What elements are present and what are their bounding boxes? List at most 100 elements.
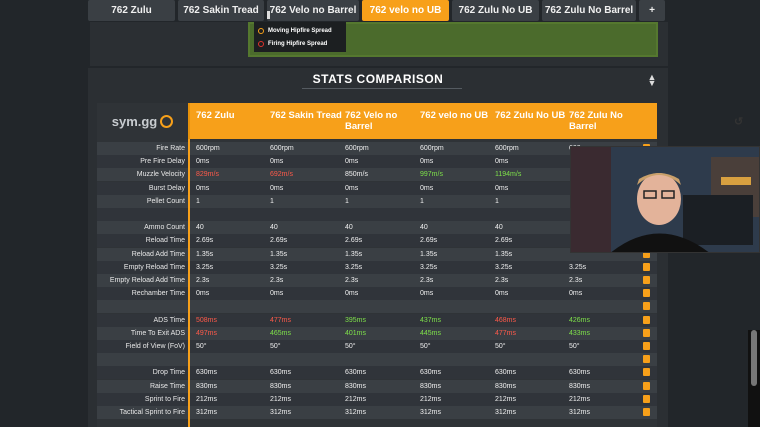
table-row <box>97 300 657 314</box>
table-header: sym.gg 762 Zulu 762 Sakin Tread 762 Velo… <box>97 103 743 139</box>
add-loadout-button[interactable]: + <box>639 0 665 21</box>
row-label: Raise Time <box>149 382 185 390</box>
trash-icon[interactable] <box>643 381 650 390</box>
tab-762-zulu-no-barrel[interactable]: 762 Zulu No Barrel <box>542 0 636 21</box>
row-label: Burst Delay <box>148 184 185 192</box>
tab-762-sakin-tread[interactable]: 762 Sakin Tread <box>178 0 264 21</box>
table-cell: 1 <box>495 197 499 205</box>
table-row <box>97 353 657 367</box>
table-cell: 312ms <box>495 409 517 416</box>
tab-762-velo-no-barrel[interactable]: 762 Velo no Barrel <box>267 0 359 21</box>
trash-icon[interactable] <box>643 368 650 377</box>
tab-762-zulu[interactable]: 762 Zulu <box>88 0 175 21</box>
column-header-bar: 762 Zulu 762 Sakin Tread 762 Velo no Bar… <box>188 103 743 139</box>
sym-gg-logo: sym.gg <box>97 103 188 139</box>
scrollbar[interactable] <box>748 330 760 427</box>
table-cell: 0ms <box>196 184 210 192</box>
table-cell: 50° <box>495 343 506 350</box>
table-cell: 50° <box>345 343 356 350</box>
table-cell: 0ms <box>495 290 509 298</box>
table-cell: 2.3s <box>569 277 583 284</box>
table-cell: 212ms <box>495 395 517 403</box>
table-cell: 497ms <box>196 329 218 337</box>
table-cell: 212ms <box>196 395 218 403</box>
table-row: Raise Time 830ms 830ms 830ms 830ms 830ms 830ms <box>97 379 657 393</box>
row-label: Field of View (FoV) <box>125 343 185 350</box>
row-label: Ammo Count <box>144 224 185 232</box>
table-cell: 212ms <box>569 395 591 403</box>
trash-icon[interactable] <box>643 262 650 271</box>
table-cell: 3.25s <box>345 263 363 271</box>
row-label: Drop Time <box>152 369 185 377</box>
table-cell: 212ms <box>420 395 442 403</box>
table-cell: 40 <box>495 224 503 232</box>
legend-item-firing: Firing Hipfire Spread <box>258 37 342 50</box>
spread-legend: Moving Hipfire Spread Firing Hipfire Spr… <box>254 22 346 52</box>
trash-icon[interactable] <box>643 408 650 416</box>
table-cell: 468ms <box>495 316 517 324</box>
trash-icon[interactable] <box>643 289 650 298</box>
table-cell: 630ms <box>420 369 442 377</box>
table-cell: 2.3s <box>196 277 210 284</box>
tab-762-velo-no-ub[interactable]: 762 velo no UB <box>362 0 449 21</box>
table-cell: 3.25s <box>196 263 214 271</box>
row-label: Muzzle Velocity <box>136 171 185 179</box>
trash-icon[interactable] <box>643 394 650 403</box>
logo-mark-icon <box>160 114 174 128</box>
table-cell: 212ms <box>345 395 367 403</box>
table-cell: 2.69s <box>196 237 214 245</box>
trash-icon[interactable] <box>643 302 650 311</box>
table-cell: 600rpm <box>270 145 294 152</box>
table-cell: 2.3s <box>495 277 509 284</box>
table-cell: 0ms <box>495 184 509 192</box>
row-label: Sprint to Fire <box>144 395 185 403</box>
table-row: Empty Reload Add Time 2.3s 2.3s 2.3s 2.3s 2.3… <box>97 274 657 287</box>
table-cell: 426ms <box>569 316 591 324</box>
row-label: ADS Time <box>153 316 185 324</box>
table-cell: 477ms <box>270 316 292 324</box>
loadout-tabbar: 762 Zulu 762 Sakin Tread 762 Velo no Bar… <box>88 0 668 22</box>
trash-icon[interactable] <box>643 355 650 364</box>
legend-label: Firing Hipfire Spread <box>268 40 328 47</box>
table-cell: 0ms <box>420 290 434 298</box>
row-label: Empty Reload Add Time <box>109 277 185 284</box>
sort-icon[interactable]: ▲ ▼ <box>646 73 658 88</box>
table-row: Field of View (FoV) 50° 50° 50° 50° 50° 50° <box>97 340 657 353</box>
reset-icon[interactable]: ↺ <box>734 115 743 128</box>
table-cell: 312ms <box>196 409 218 416</box>
table-cell: 50° <box>196 343 207 350</box>
table-cell: 1 <box>420 197 424 205</box>
table-cell: 1 <box>345 197 349 205</box>
table-cell: 508ms <box>196 316 218 324</box>
trash-icon[interactable] <box>643 315 650 324</box>
table-cell: 465ms <box>270 329 292 337</box>
column-divider <box>188 139 190 427</box>
table-cell: 0ms <box>569 290 583 298</box>
table-cell: 50° <box>270 343 281 350</box>
table-cell: 401ms <box>345 329 367 337</box>
table-cell: 2.3s <box>345 277 359 284</box>
table-cell: 0ms <box>420 158 434 166</box>
trash-icon[interactable] <box>643 342 650 350</box>
table-cell: 630ms <box>569 369 591 377</box>
scrollbar-thumb[interactable] <box>751 330 757 386</box>
table-cell: 630ms <box>270 369 292 377</box>
table-cell: 1.35s <box>420 250 438 258</box>
table-row: ADS Time 508ms 477ms 395ms 437ms 468ms 426ms <box>97 313 657 327</box>
trash-icon[interactable] <box>643 276 650 284</box>
orange-ring-icon <box>258 27 264 34</box>
row-label: Reload Add Time <box>131 250 185 258</box>
table-cell: 0ms <box>270 290 284 298</box>
table-cell: 630ms <box>345 369 367 377</box>
row-label: Pre Fire Delay <box>140 158 185 166</box>
webcam-overlay <box>570 146 760 253</box>
tab-762-zulu-no-ub[interactable]: 762 Zulu No UB <box>452 0 539 21</box>
trash-icon[interactable] <box>643 328 650 337</box>
table-cell: 0ms <box>270 184 284 192</box>
table-cell: 830ms <box>196 382 218 390</box>
table-cell: 830ms <box>420 382 442 390</box>
table-cell: 2.3s <box>270 277 284 284</box>
table-cell: 600rpm <box>495 145 519 152</box>
table-row: Rechamber Time 0ms 0ms 0ms 0ms 0ms 0ms <box>97 287 657 301</box>
table-cell: 312ms <box>345 409 367 416</box>
